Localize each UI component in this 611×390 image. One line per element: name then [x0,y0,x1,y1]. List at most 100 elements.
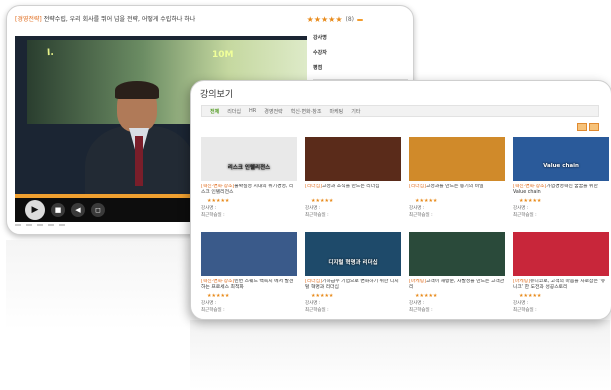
filter-tab-all[interactable]: 전체 [210,108,219,115]
lecture-card-title[interactable]: [혁신·변화·창조]빈번 스퀘드 백쪽지 에서 발견하는 프로세스 최적화 [201,279,297,292]
rate-button[interactable] [357,18,363,21]
lecture-card-title[interactable]: [마케팅]고객이 재방문, 자발성을 만드는 고객관리 [409,279,505,292]
lecture-card[interactable]: 디지털 혁명과 리더십 [리더십]기하급수 기업으로 변화하기 위한 디지털 혁명… [305,232,401,317]
slide-text-right: 10M [212,50,234,60]
info-label: 평점 [313,65,323,71]
thumbnail-title: 리스크 인텔리전스 [227,165,271,171]
lecture-card-instructor: 강사명 : [513,301,529,306]
lecture-card[interactable]: [마케팅]고객이 재방문, 자발성을 만드는 고객관리 ★★★★★ 강사명 : 최근학… [409,232,505,317]
lecture-category: [경영전략] [15,15,42,23]
list-view-icon[interactable] [589,123,599,131]
info-row: 수강자 [313,49,408,56]
bottom-button[interactable] [26,224,32,226]
lecture-card-meta: ★★★★★ [513,293,609,299]
info-label: 강사명 [313,35,327,41]
info-row: 평점 [313,64,408,71]
lecture-title: 전략수립, 우리 회사를 뛰어 넘을 전략, 어떻게 수립하나 하나 [43,15,196,23]
lecture-card-name: 고성과를 만드는 동기의 비밀 [425,184,484,189]
category-filter-bar: 전체 리더십 HR 경영전략 혁신·변화·창조 마케팅 기타 [201,105,599,117]
lecture-thumbnail[interactable] [201,232,297,276]
bottom-button[interactable] [37,224,43,226]
lecture-card-recent: 최근학습일 : [409,213,433,218]
lecture-card-recent: 최근학습일 : [201,308,225,313]
lecture-card-recent: 최근학습일 : [409,308,433,313]
lecture-card-title[interactable]: [리더십]고성과 조직을 만드는 리더십 [305,184,401,197]
lecture-card[interactable]: [리더십]고성과 조직을 만드는 리더십 ★★★★★ 강사명 : 최근학습일 : [305,137,401,222]
filter-tab-strategy[interactable]: 경영전략 [264,108,282,115]
star-rating-icon: ★★★★★ [306,15,343,24]
lecture-card-instructor: 강사명 : [305,206,321,211]
player-bottom-bar [15,224,65,226]
lecture-card[interactable]: [혁신·변화·창조]빈번 스퀘드 백쪽지 에서 발견하는 프로세스 최적화 ★★★… [201,232,297,317]
lecture-card-instructor: 강사명 : [513,206,529,211]
lecture-card-recent: 최근학습일 : [513,213,537,218]
lecture-card[interactable]: 리스크 인텔리전스 [혁신·변화·창조]불확실성 시대의 위기경영, 리스크 인텔… [201,137,297,222]
lecture-thumbnail[interactable]: 디지털 혁명과 리더십 [305,232,401,276]
lecture-thumbnail[interactable]: Value chain [513,137,609,181]
lecture-thumbnail[interactable] [513,232,609,276]
filter-tab-hr[interactable]: HR [249,108,256,114]
lecture-card-title[interactable]: [혁신·변화·창조]불확실성 시대의 위기경영, 리스크 인텔리전스 [201,184,297,197]
lecture-thumbnail[interactable] [305,137,401,181]
lecture-card-meta: ★★★★★ [305,293,401,299]
lecture-card-meta: ★★★★★ [201,198,297,204]
lecture-card[interactable]: [마케팅]유니코로, 고객의 마음을 사로잡은 '유니크' 한 도전과 성공스토… [513,232,609,317]
star-rating-icon: ★★★★★ [207,198,230,204]
lecture-card-category: [혁신·변화·창조] [201,279,235,284]
lecture-thumbnail[interactable] [409,137,505,181]
filter-tab-leadership[interactable]: 리더십 [227,108,241,115]
lecture-card-category: [리더십] [409,184,426,189]
catalog-heading: 강의보기 [200,90,234,100]
star-rating-icon: ★★★★★ [207,293,230,299]
star-rating-icon: ★★★★★ [519,293,542,299]
lecture-card[interactable]: [리더십]고성과를 만드는 동기의 비밀 ★★★★★ 강사명 : 최근학습일 : [409,137,505,222]
lecture-card-name: 고성과 조직을 만드는 리더십 [321,184,380,189]
lecture-card-title[interactable]: [리더십]기하급수 기업으로 변화하기 위한 디지털 혁명과 리더십 [305,279,401,292]
lecture-card-category: [혁신·변화·창조] [201,184,235,189]
view-toggle [577,123,599,131]
info-row: 강사명 [313,34,408,41]
rating-count: (8) [345,16,355,23]
lecture-card-title[interactable]: [마케팅]유니코로, 고객의 마음을 사로잡은 '유니크' 한 도전과 성공스토… [513,279,609,292]
star-rating-icon: ★★★★★ [311,198,334,204]
lecture-card-title[interactable]: [혁신·변화·창조]가업경영혁신 꿈꿈을 위한 Value chain [513,184,609,197]
lecture-card-instructor: 강사명 : [409,301,425,306]
fullscreen-icon[interactable]: ◻ [91,203,105,217]
lecture-card-category: [혁신·변화·창조] [513,184,547,189]
bottom-button[interactable] [48,224,54,226]
lecture-card-meta: ★★★★★ [513,198,609,204]
info-label: 수강자 [313,50,327,56]
lecture-catalog-window: 강의보기 전체 리더십 HR 경영전략 혁신·변화·창조 마케팅 기타 리스크 … [190,80,611,320]
star-rating-icon: ★★★★★ [415,198,438,204]
lecture-card-recent: 최근학습일 : [305,213,329,218]
bottom-button[interactable] [15,224,21,226]
bottom-button[interactable] [59,224,65,226]
filter-tab-marketing[interactable]: 마케팅 [329,108,343,115]
play-icon[interactable]: ▶ [25,200,45,220]
thumbnail-title: 디지털 혁명과 리더십 [328,260,378,266]
lecture-card-instructor: 강사명 : [305,301,321,306]
lecture-card-meta: ★★★★★ [201,293,297,299]
star-rating-icon: ★★★★★ [311,293,334,299]
lecture-thumbnail[interactable] [409,232,505,276]
filter-tab-etc[interactable]: 기타 [351,108,360,115]
lecture-card-instructor: 강사명 : [201,206,217,211]
filter-tab-innovation[interactable]: 혁신·변화·창조 [291,108,322,115]
lecture-thumbnail[interactable]: 리스크 인텔리전스 [201,137,297,181]
grid-view-icon[interactable] [577,123,587,131]
lecture-card-recent: 최근학습일 : [201,213,225,218]
volume-icon[interactable]: ◀ [71,203,85,217]
window-reflection [190,320,610,390]
lecture-card[interactable]: Value chain [혁신·변화·창조]가업경영혁신 꿈꿈을 위한 Value… [513,137,609,222]
stop-icon[interactable]: ■ [51,203,65,217]
lecture-card-category: [마케팅] [409,279,426,284]
lecture-card-meta: ★★★★★ [305,198,401,204]
lecture-card-recent: 최근학습일 : [305,308,329,313]
lecture-card-category: [리더십] [305,279,322,284]
lecture-card-instructor: 강사명 : [201,301,217,306]
lecture-card-meta: ★★★★★ [409,198,505,204]
lecture-card-title[interactable]: [리더십]고성과를 만드는 동기의 비밀 [409,184,505,197]
lecture-card-instructor: 강사명 : [409,206,425,211]
star-rating-icon: ★★★★★ [415,293,438,299]
lecture-card-meta: ★★★★★ [409,293,505,299]
